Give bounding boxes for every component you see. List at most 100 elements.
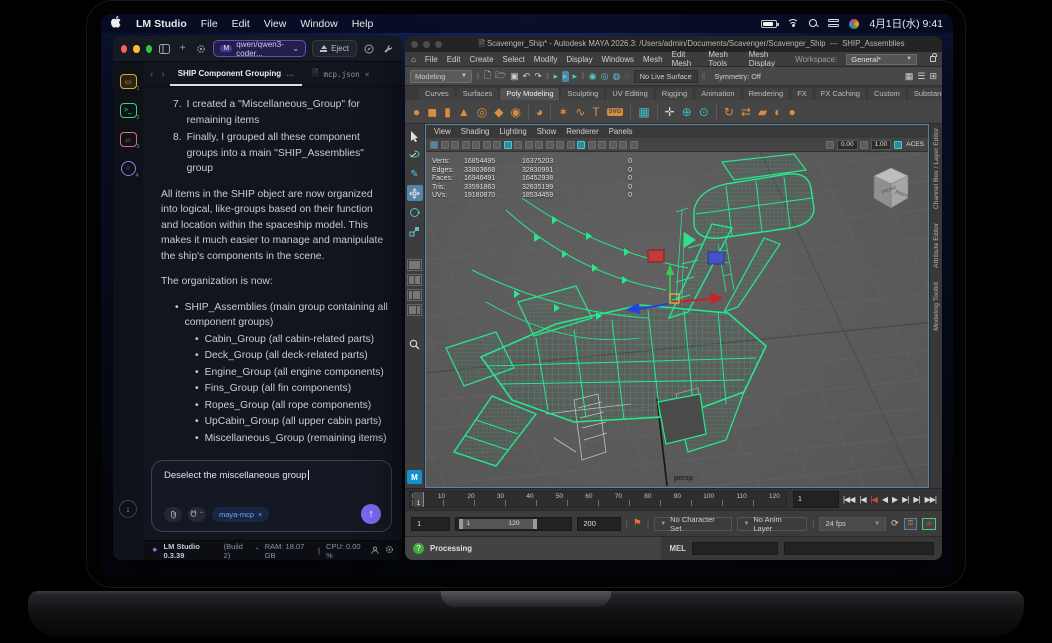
origin-icon[interactable]: ⊙ xyxy=(699,106,709,118)
character-set-select[interactable]: ▼ No Character Set xyxy=(654,515,733,533)
mel-command-input[interactable] xyxy=(783,542,934,555)
wireframe-icon[interactable] xyxy=(503,140,512,149)
gamma-field[interactable]: 1.00 xyxy=(870,139,892,150)
workspace-select[interactable]: General* ▼ xyxy=(846,53,918,65)
loop-toggle-icon[interactable]: ⟳ xyxy=(891,518,899,529)
2d-pan-zoom-icon[interactable] xyxy=(482,140,491,149)
view-cube[interactable]: FRONT RIGHT xyxy=(864,162,918,214)
settings-gear-icon[interactable] xyxy=(195,41,208,57)
menu-modify[interactable]: Modify xyxy=(534,55,558,64)
move-tool-icon[interactable] xyxy=(406,185,423,201)
chip-close-icon[interactable]: × xyxy=(258,510,262,519)
layout-split-pane-button[interactable] xyxy=(407,289,422,301)
play-forwards-button[interactable]: ▶ xyxy=(892,495,898,504)
my-models-folder-icon[interactable]: ▱ 3 xyxy=(119,132,140,150)
gamma-icon[interactable] xyxy=(860,140,869,149)
resolution-gate-icon[interactable] xyxy=(598,140,606,149)
menubar-item-help[interactable]: Help xyxy=(352,18,374,30)
lock-icon[interactable] xyxy=(930,53,937,62)
chevron-up-icon[interactable]: ⌃ xyxy=(255,547,260,554)
mirror-icon[interactable]: ⇄ xyxy=(741,106,751,118)
poly-cube-icon[interactable]: ◼ xyxy=(427,106,437,118)
browser-app-icon[interactable] xyxy=(849,18,860,29)
menu-set-select[interactable]: Modeling ▼ xyxy=(410,69,472,83)
vp-menu-lighting[interactable]: Lighting xyxy=(499,127,526,136)
anim-start-field[interactable]: 1 xyxy=(411,516,451,531)
send-button[interactable]: ↑ xyxy=(361,504,381,524)
layout-single-pane-button[interactable] xyxy=(407,259,422,271)
close-button[interactable] xyxy=(121,44,128,53)
range-start-handle[interactable] xyxy=(459,518,464,529)
textured-icon[interactable] xyxy=(524,140,533,149)
zoom-magnifier-icon[interactable] xyxy=(407,336,423,352)
new-chat-button[interactable]: + xyxy=(176,41,189,57)
menubar-item-window[interactable]: Window xyxy=(300,18,337,30)
shelf-tab-fx[interactable]: FX xyxy=(791,88,813,100)
tab-modeling-toolkit[interactable]: Modeling Toolkit xyxy=(933,282,940,331)
step-forward-button[interactable]: ▶| xyxy=(902,495,909,504)
lock-camera-icon[interactable] xyxy=(440,140,449,149)
apple-menu-icon[interactable] xyxy=(111,16,122,31)
attach-paperclip-icon[interactable] xyxy=(164,506,182,522)
chat-input-value[interactable]: Deselect the miscellaneous group xyxy=(164,470,381,481)
shelf-tab-fx-caching[interactable]: FX Caching xyxy=(814,88,866,100)
snap-plane-icon[interactable]: ◌ xyxy=(624,71,629,81)
colorspace-label[interactable]: ACES xyxy=(906,141,924,148)
axis-display-icon[interactable]: ✛ xyxy=(665,106,675,118)
select-component-icon[interactable]: ▸ xyxy=(573,71,578,82)
layout-four-pane-button[interactable] xyxy=(407,274,422,286)
isolate-select-icon[interactable] xyxy=(577,140,585,149)
exposure-icon[interactable] xyxy=(826,140,835,149)
motion-blur-icon[interactable] xyxy=(566,140,575,149)
poly-plane-icon[interactable]: ◆ xyxy=(494,106,503,118)
render-icon[interactable]: ▦ xyxy=(905,71,914,82)
shaded-icon[interactable] xyxy=(514,140,522,149)
layout-outliner-button[interactable] xyxy=(407,304,422,316)
shelf-tab-curves[interactable]: Curves xyxy=(419,88,455,100)
shelf-tab-rendering[interactable]: Rendering xyxy=(742,88,790,100)
current-frame-marker[interactable]: 1 xyxy=(414,492,424,507)
sweep-mesh-icon[interactable]: ✶ xyxy=(558,106,568,118)
live-surface-field[interactable]: No Live Surface xyxy=(633,69,698,83)
tab-attribute-editor[interactable]: Attribute Editor xyxy=(933,223,940,268)
menu-create[interactable]: Create xyxy=(470,55,494,64)
tab-close-icon[interactable]: × xyxy=(365,70,370,79)
image-plane-icon[interactable] xyxy=(472,140,480,149)
chat-tab-icon[interactable]: ▭ 1 xyxy=(119,74,140,92)
shelf-tab-animation[interactable]: Animation xyxy=(695,88,741,100)
color-management-icon[interactable] xyxy=(893,140,902,149)
sphere-project-icon[interactable]: ● xyxy=(788,106,795,118)
mel-label[interactable]: MEL xyxy=(669,544,685,553)
user-icon[interactable] xyxy=(371,545,379,556)
nav-forward-icon[interactable]: › xyxy=(158,69,167,80)
snap-grid-icon[interactable]: ◉ xyxy=(589,71,597,82)
undo-icon[interactable]: ↶ xyxy=(523,71,531,82)
shelf-tab-rigging[interactable]: Rigging xyxy=(655,88,694,100)
menubar-app-name[interactable]: LM Studio xyxy=(136,18,187,30)
shelf-tab-uv-editing[interactable]: UV Editing xyxy=(606,88,654,100)
shelf-tab-sculpting[interactable]: Sculpting xyxy=(561,88,605,100)
snap-point-icon[interactable]: ◍ xyxy=(613,71,621,82)
type-tool-icon[interactable]: T xyxy=(592,106,599,118)
save-scene-icon[interactable]: ▣ xyxy=(510,71,519,82)
spotlight-search-icon[interactable] xyxy=(809,19,818,28)
poly-disc-icon[interactable]: ◉ xyxy=(510,106,520,118)
uv-toggle-icon[interactable]: ◐ xyxy=(774,106,781,118)
close-button[interactable] xyxy=(411,40,418,48)
mcp-chip-maya-mcp[interactable]: maya-mcp × xyxy=(212,506,270,522)
plugin-selector-button[interactable]: ⌃ xyxy=(188,506,206,522)
step-back-button[interactable]: |◀ xyxy=(871,495,878,504)
eject-model-button[interactable]: Eject xyxy=(312,40,357,57)
vp-menu-show[interactable]: Show xyxy=(537,127,557,136)
go-to-end-button[interactable]: ▶▶| xyxy=(925,495,937,504)
shadows-icon[interactable] xyxy=(545,140,554,149)
current-frame-field[interactable]: 1 xyxy=(792,491,839,508)
shelf-tab-poly-modeling[interactable]: Poly Modeling xyxy=(500,88,560,100)
menu-edit-mesh[interactable]: Edit Mesh xyxy=(672,50,700,68)
svg-tool-icon[interactable]: SVG xyxy=(606,107,624,116)
range-end-handle[interactable] xyxy=(533,518,538,529)
anim-end-field[interactable]: 200 xyxy=(577,516,621,531)
wifi-icon[interactable] xyxy=(787,19,800,28)
menu-select[interactable]: Select xyxy=(503,55,525,64)
select-object-icon[interactable]: ▸ xyxy=(562,70,569,82)
